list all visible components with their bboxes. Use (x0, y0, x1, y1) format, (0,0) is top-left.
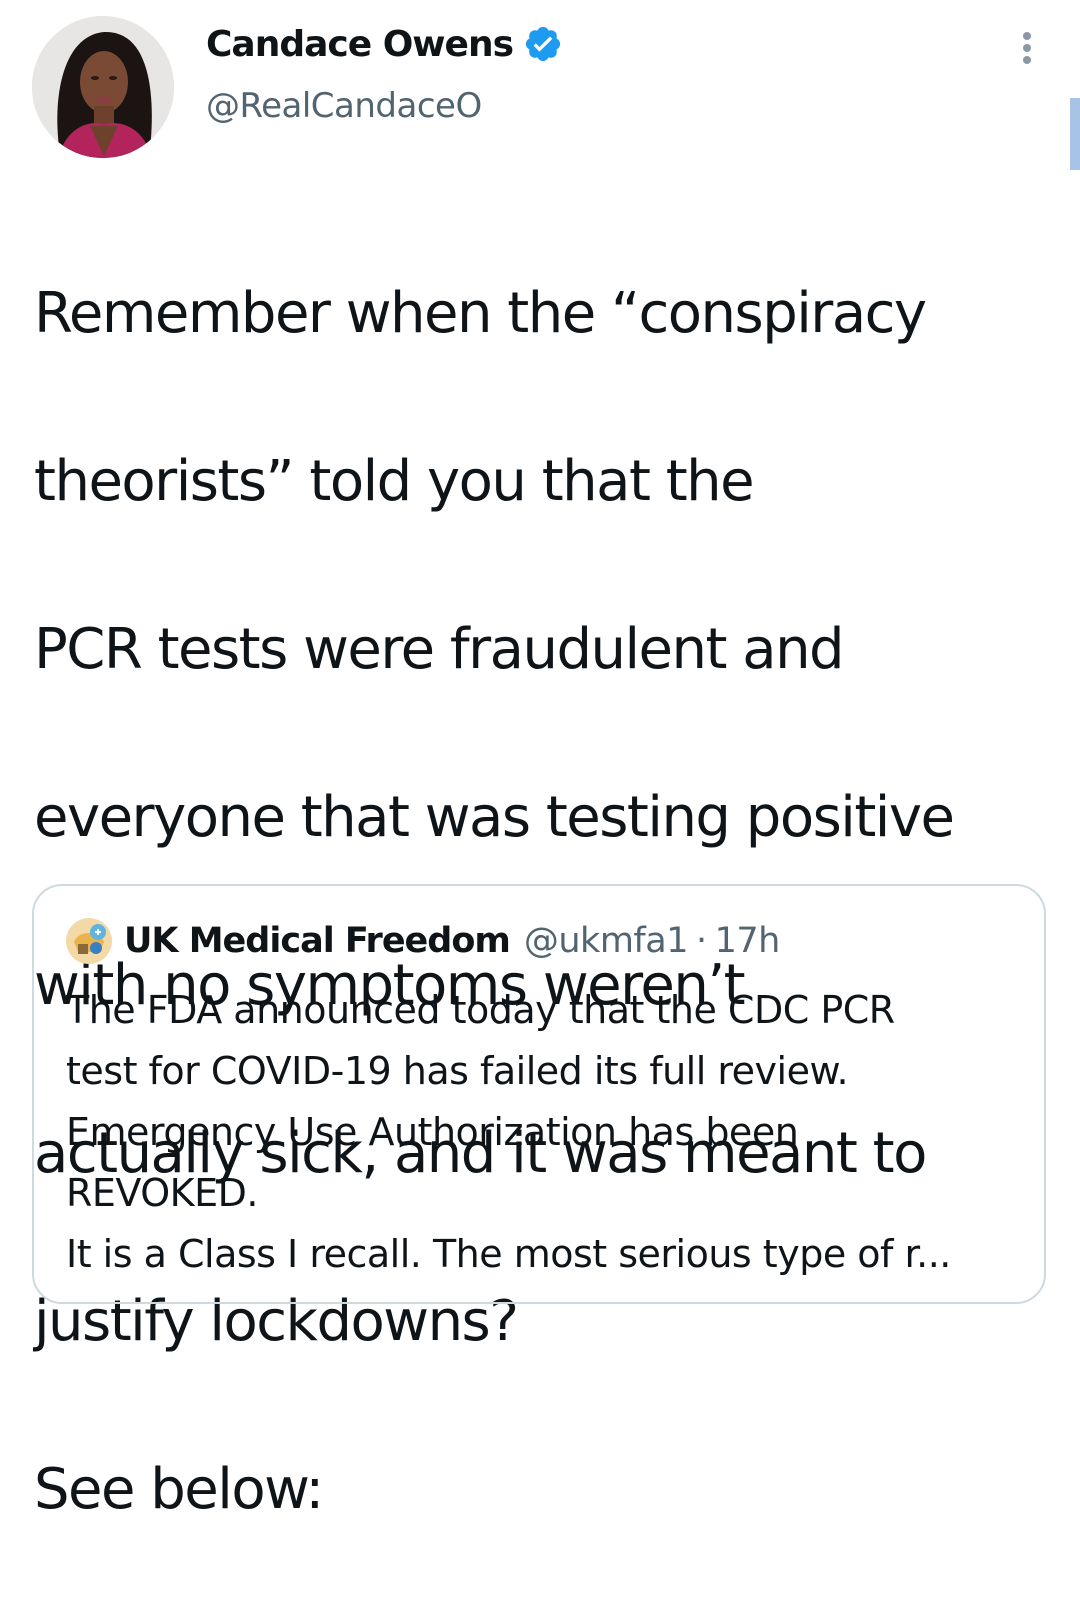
author-display-name[interactable]: Candace Owens (206, 24, 514, 65)
scrollbar-thumb[interactable] (1070, 98, 1080, 170)
quoted-author-handle[interactable]: @ukmfa1 (524, 921, 689, 961)
tweet-text-line: PCR tests were fraudulent and (34, 617, 845, 682)
quoted-tweet-header: UK Medical Freedom @ukmfa1 · 17h (66, 916, 780, 966)
quoted-author-name[interactable]: UK Medical Freedom (124, 921, 511, 961)
tweet-text-line: Remember when the “conspiracy (34, 281, 927, 346)
tweet[interactable]: Candace Owens @RealCandaceO Remember whe… (0, 0, 1080, 1522)
more-options-icon[interactable] (1012, 28, 1042, 68)
tweet-text-line: theorists” told you that the (34, 449, 755, 514)
author-handle[interactable]: @RealCandaceO (206, 86, 482, 126)
quoted-author-avatar-icon[interactable] (66, 918, 112, 964)
separator-dot: · (695, 921, 707, 961)
quoted-tweet-text: The FDA announced today that the CDC PCR… (66, 980, 1026, 1285)
quoted-tweet-time[interactable]: 17h (715, 921, 781, 961)
quoted-text-line: The FDA announced today that the CDC PCR (66, 988, 895, 1032)
tweet-text-line: See below: (34, 1457, 324, 1522)
verified-badge-icon (523, 24, 563, 64)
quoted-text-line: test for COVID-19 has failed its full re… (66, 1049, 849, 1093)
tweet-text-line: everyone that was testing positive (34, 785, 955, 850)
quoted-text-line: REVOKED. (66, 1171, 258, 1215)
author-avatar[interactable] (32, 16, 174, 158)
quoted-text-line: Emergency Use Authorization has been (66, 1110, 799, 1154)
quoted-tweet-card[interactable]: UK Medical Freedom @ukmfa1 · 17h The FDA… (32, 884, 1046, 1304)
author-name-row[interactable]: Candace Owens (206, 20, 563, 68)
